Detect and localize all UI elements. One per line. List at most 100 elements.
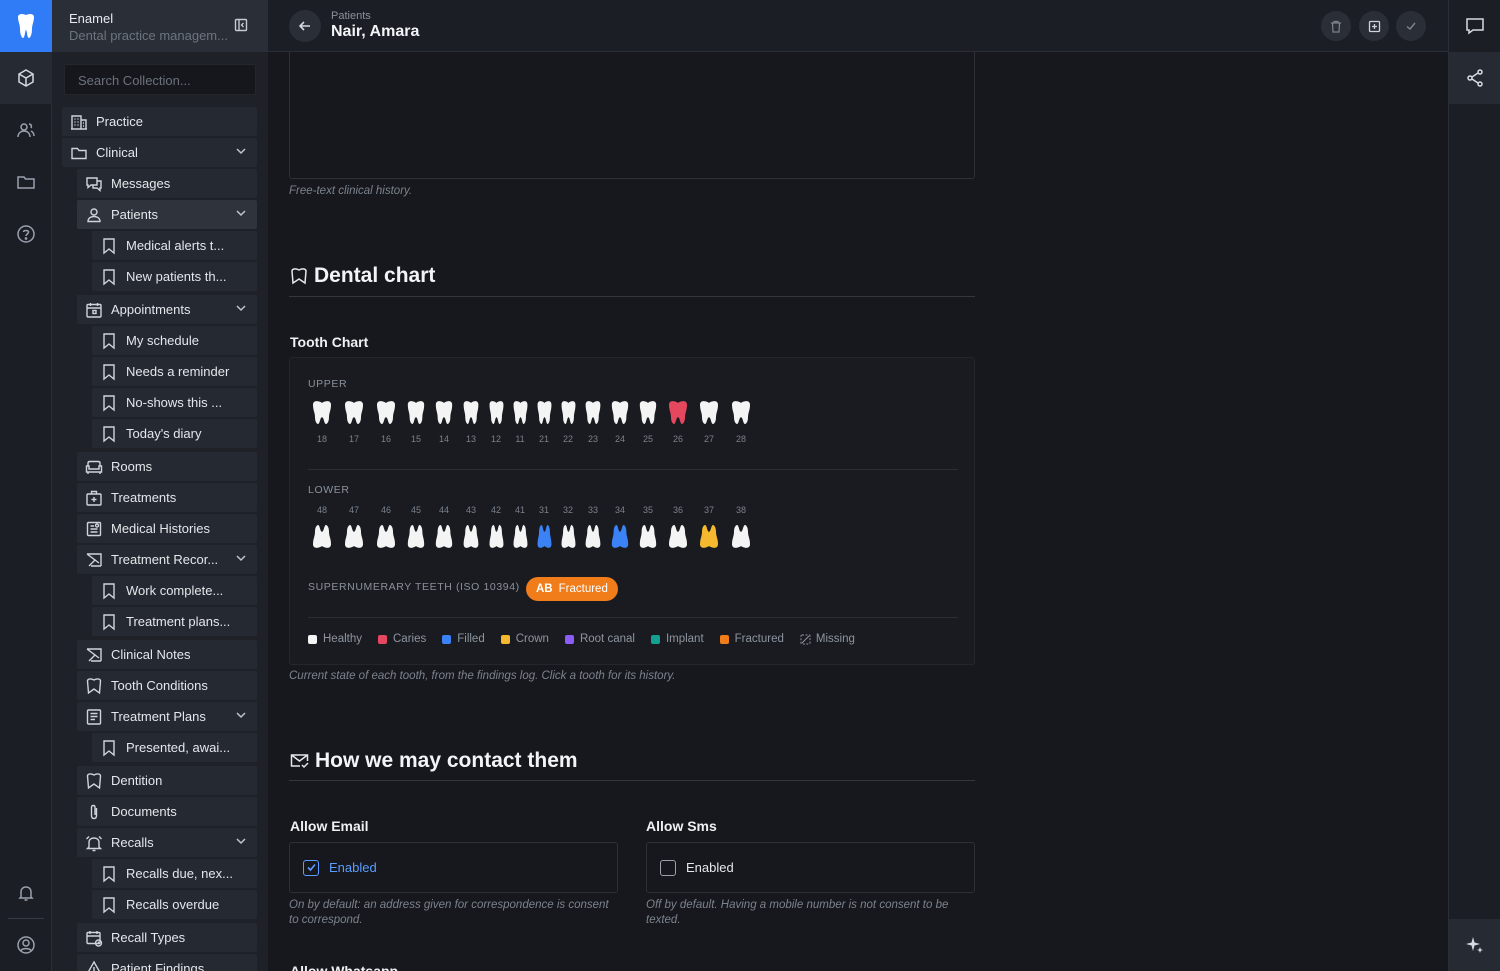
sidebar-item-rooms[interactable]: Rooms [77,452,257,481]
folder-icon[interactable] [0,156,52,208]
help-icon[interactable] [0,208,52,260]
tooth-45[interactable] [406,524,426,550]
tooth-32[interactable] [560,524,577,550]
allow-email-checkbox[interactable]: Enabled [289,842,618,893]
sidebar-item-clinical-notes[interactable]: Clinical Notes [77,640,257,669]
missing-tooth-icon [800,634,811,645]
sidebar-item-new-patients-th[interactable]: New patients th... [92,262,257,291]
sidebar-item-recalls-due-nex[interactable]: Recalls due, nex... [92,859,257,888]
sidebar-item-treatment-plans[interactable]: Treatment plans... [92,607,257,636]
tooth-17[interactable] [343,399,365,425]
tooth-21[interactable] [536,399,553,425]
supernumerary-tooth-pill[interactable]: AB Fractured [526,577,618,601]
tooth-23[interactable] [584,399,602,425]
sidebar-item-patients[interactable]: Patients [77,200,257,229]
sidebar-item-label: No-shows this ... [126,395,223,410]
tooth-18[interactable] [311,399,333,425]
back-button[interactable] [289,10,321,42]
chevron-down-icon[interactable] [235,709,247,724]
delete-button[interactable] [1321,11,1351,41]
bell-icon[interactable] [0,867,52,919]
chevron-down-icon[interactable] [235,145,247,160]
legend-item-implant: Implant [650,633,704,645]
sidebar-item-dentition[interactable]: Dentition [77,766,257,795]
sidebar-item-recalls-overdue[interactable]: Recalls overdue [92,890,257,919]
breadcrumb[interactable]: Patients [331,10,371,22]
save-draft-button[interactable] [1359,11,1389,41]
chevron-down-icon[interactable] [235,207,247,222]
tooth-46[interactable] [375,524,397,550]
sidebar-item-treatment-plans[interactable]: Treatment Plans [77,702,257,731]
sidebar-item-documents[interactable]: Documents [77,797,257,826]
sidebar-item-appointments[interactable]: Appointments [77,295,257,324]
account-icon[interactable] [0,919,52,971]
sidebar-item-medical-histories[interactable]: Medical Histories [77,514,257,543]
chevron-down-icon[interactable] [235,552,247,567]
sidebar-item-treatment-recor[interactable]: Treatment Recor... [77,545,257,574]
tooth-13[interactable] [462,399,480,425]
tooth-25[interactable] [638,399,658,425]
legend-swatch [378,634,387,644]
users-icon[interactable] [0,104,52,156]
tooth-number: 41 [514,505,525,515]
sidebar-item-needs-a-reminder[interactable]: Needs a reminder [92,357,257,386]
tooth-26[interactable] [667,399,689,425]
sidebar-item-clinical[interactable]: Clinical [62,138,257,167]
tooth-44[interactable] [434,524,454,550]
tooth-31[interactable] [536,524,553,550]
tooth-12[interactable] [488,399,505,425]
tooth-28[interactable] [730,399,752,425]
tooth-27[interactable] [698,399,720,425]
tooth-logo-icon[interactable] [0,0,52,52]
sidebar-item-today-s-diary[interactable]: Today's diary [92,419,257,448]
tooth-41[interactable] [512,524,529,550]
ai-sparkle-icon[interactable] [1449,919,1500,971]
tooth-22[interactable] [560,399,577,425]
chevron-down-icon[interactable] [235,302,247,317]
sidebar-item-work-complete[interactable]: Work complete... [92,576,257,605]
sidebar-item-my-schedule[interactable]: My schedule [92,326,257,355]
sidebar-item-label: Treatments [111,490,177,505]
tooth-47[interactable] [343,524,365,550]
sidebar-item-tooth-conditions[interactable]: Tooth Conditions [77,671,257,700]
tooth-48[interactable] [311,524,333,550]
alarm-icon [85,834,103,852]
sidebar-item-recall-types[interactable]: Recall Types [77,923,257,952]
sidebar-item-treatments[interactable]: Treatments [77,483,257,512]
confirm-button[interactable] [1396,11,1426,41]
allow-sms-checkbox[interactable]: Enabled [646,842,975,893]
sidebar-item-messages[interactable]: Messages [77,169,257,198]
tooth-37[interactable] [698,524,720,550]
collections-cube-icon[interactable] [0,52,52,104]
collapse-sidebar-icon[interactable] [234,18,248,37]
tooth-number: 38 [735,505,746,515]
chevron-down-icon[interactable] [235,835,247,850]
sidebar-item-practice[interactable]: Practice [62,107,257,136]
sidebar-item-presented-awai[interactable]: Presented, awai... [92,733,257,762]
clinical-history-textarea[interactable] [289,52,975,179]
comments-icon[interactable] [1449,0,1500,52]
tooth-outline-icon [290,267,308,285]
sidebar-item-no-shows-this[interactable]: No-shows this ... [92,388,257,417]
sidebar-item-patient-findings[interactable]: Patient Findings [77,954,257,971]
tooth-34[interactable] [610,524,630,550]
tooth-33[interactable] [584,524,602,550]
tooth-43[interactable] [462,524,480,550]
tooth-16[interactable] [375,399,397,425]
tooth-14[interactable] [434,399,454,425]
legend-item-healthy: Healthy [308,633,362,645]
tooth-15[interactable] [406,399,426,425]
share-icon[interactable] [1449,52,1500,104]
sidebar-item-recalls[interactable]: Recalls [77,828,257,857]
tooth-42[interactable] [488,524,505,550]
search-input[interactable]: Search Collection... [64,64,256,95]
sidebar-item-medical-alerts-t[interactable]: Medical alerts t... [92,231,257,260]
tooth-35[interactable] [638,524,658,550]
tooth-24[interactable] [610,399,630,425]
tooth-11[interactable] [512,399,529,425]
tooth-number: 35 [642,505,653,515]
tooth-36[interactable] [667,524,689,550]
sidebar-item-label: Rooms [111,459,153,474]
icon-rail [0,0,52,971]
tooth-38[interactable] [730,524,752,550]
